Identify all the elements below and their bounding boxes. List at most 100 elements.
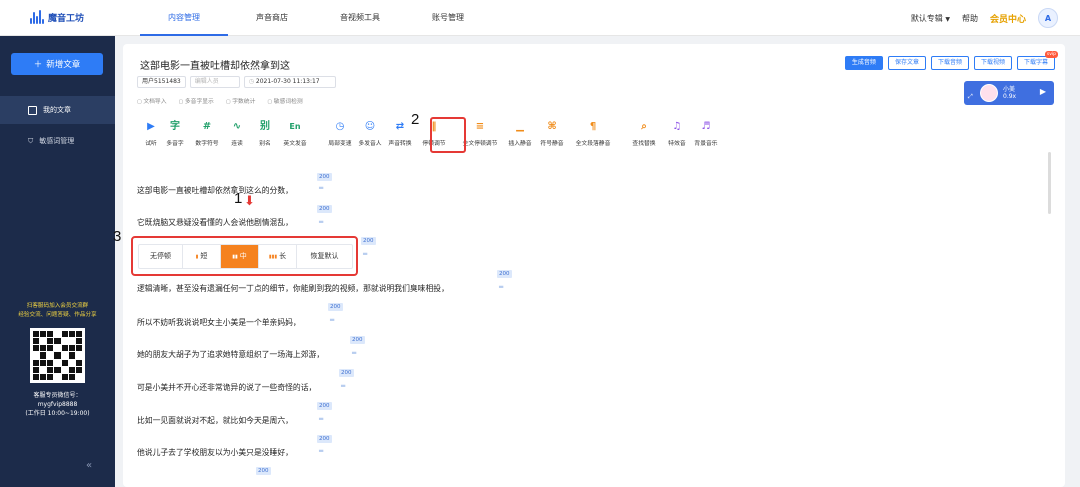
tool-label: 全文段落静音 [575,141,611,147]
pause-marker-icon: ═ [319,218,324,226]
voice-selector-card[interactable]: ⤢ 小美 0.9x ▶ [964,81,1054,105]
pause-option-none[interactable]: 无停顿 [139,245,183,268]
user-avatar[interactable]: A [1038,8,1058,28]
plus-icon: ＋ [33,60,43,70]
album-label: 默认专辑 [910,13,943,23]
pause-marker-icon: ═ [341,382,346,390]
text-line[interactable]: 所以不妨听我说说吧女主小美是一个单亲妈妈， [137,317,301,328]
word-count-button[interactable]: 字数统计 [226,96,255,105]
album-dropdown[interactable]: 默认专辑 ▼ [911,13,950,24]
play-icon[interactable]: ▶ [1040,87,1046,96]
tool-bgm[interactable]: ♬ 背景音乐 [686,118,726,147]
help-link[interactable]: 帮助 [962,13,978,24]
pause-options-popup: 无停顿 ▮ 短 ▮▮ 中 ▮▮▮ 长 恢复默认 [131,236,358,276]
pause-badge[interactable]: 200 [339,369,354,377]
document-title[interactable]: 这部电影一直被吐槽却依然拿到这 [140,57,290,72]
highlight-pause-tool [430,117,466,153]
save-article-button[interactable]: 保存文章 [887,56,926,70]
sidebar-item-sensitive-words[interactable]: ⛉ 敏感词管理 [0,127,115,155]
text-line[interactable]: 这部电影一直被吐槽却依然拿到这么的分数， [137,185,293,196]
tab-content-management[interactable]: 内容管理 [140,0,228,36]
pause-marker-icon: ═ [319,184,324,192]
app-name: 魔音工坊 [48,13,85,24]
pause-badge[interactable]: 200 [317,173,332,181]
sensitive-check-button[interactable]: 敏感词检测 [267,96,303,105]
download-subtitle-button[interactable]: 下载字幕 svip [1016,51,1058,70]
document-icon [28,105,37,115]
download-subtitle-label: 下载字幕 [1023,59,1048,66]
pause-option-label: 短 [200,252,208,260]
vip-center-link[interactable]: 会员中心 [990,12,1026,25]
pause-option-short[interactable]: ▮ 短 [183,245,221,268]
annotation-1: 1 [234,190,243,207]
editor-scrollbar[interactable] [1048,152,1051,214]
voice-avatar [980,84,998,102]
user-field: 用户5151483 [137,76,186,88]
pause-badge[interactable]: 200 [361,237,376,245]
pause-badge[interactable]: 200 [317,205,332,213]
voice-convert-icon: ⇄ [395,121,405,132]
new-article-label: 新增文章 [46,60,81,70]
app-logo[interactable]: 魔音工坊 [30,10,84,24]
show-polyphone-button[interactable]: 多音字显示 [179,96,214,105]
pause-options: 无停顿 ▮ 短 ▮▮ 中 ▮▮▮ 长 恢复默认 [138,244,353,269]
action-buttons: 生成音频 保存文章 下载音频 下载视频 下载字幕 svip [844,51,1058,70]
multi-speaker-icon: ☺ [364,121,376,132]
pause-marker-icon: ═ [499,283,504,291]
tab-av-tools[interactable]: 音视频工具 [316,0,404,36]
contact-info: 客服专员微信号： mygfvip8888 (工作日 10:00~19:00) [0,391,115,418]
pause-badge[interactable]: 200 [317,402,332,410]
level-low-icon: ▮ [195,254,199,260]
annotation-3: 3 [113,228,122,245]
paragraph-silence-icon: ¶ [589,121,597,132]
promo-line-2: 经验交流、问题答疑、作品分享 [18,312,97,318]
text-line[interactable]: 比如一见面就说对不起，就比如今天是周六， [137,415,293,426]
text-line[interactable]: 可是小美并不开心还非常诡异的说了一些奇怪的话， [137,382,316,393]
meta-row: 用户5151483 编辑人员 ◷ 2021-07-30 11:13:17 [137,76,336,88]
tab-account-management[interactable]: 账号管理 [404,0,492,36]
collapse-sidebar-icon[interactable]: « [86,460,92,471]
tool-paragraph-silence[interactable]: ¶ 全文段落静音 [573,118,613,147]
pause-marker-icon: ═ [319,447,324,455]
tool-full-pause[interactable]: ≡ 全文停顿调节 [460,118,500,147]
pause-option-medium[interactable]: ▮▮ 中 [221,245,259,268]
sidebar-item-my-articles[interactable]: 我的文章 [0,96,115,124]
top-nav: 内容管理 声音商店 音视频工具 账号管理 [140,0,492,36]
generate-audio-button[interactable]: 生成音频 [844,56,883,70]
new-article-button[interactable]: ＋ 新增文章 [11,53,103,75]
pause-option-reset[interactable]: 恢复默认 [297,245,352,268]
tool-label: 全文停顿调节 [462,141,498,147]
pause-badge[interactable]: 200 [350,336,365,344]
full-pause-icon: ≡ [475,121,485,132]
expand-icon[interactable]: ⤢ [968,93,973,101]
pause-badge[interactable]: 200 [497,270,512,278]
datetime-field[interactable]: ◷ 2021-07-30 11:13:17 [243,76,336,88]
speed-icon: ◷ [335,121,345,132]
text-line[interactable]: 逻辑清晰，甚至没有遗漏任何一丁点的细节，你能刷到我的视频，那就说明我们臭味相投， [137,283,449,294]
english-icon: En [289,122,301,131]
polyphone-icon: 字 [170,121,180,132]
pause-option-label: 长 [279,252,287,260]
voice-name: 小美 [1003,86,1016,93]
contact-line-3: (工作日 10:00~19:00) [25,410,90,417]
pause-badge[interactable]: 200 [328,303,343,311]
download-audio-button[interactable]: 下载音频 [930,56,969,70]
tab-voice-store[interactable]: 声音商店 [228,0,316,36]
tool-english[interactable]: En 英文发音 [275,118,315,147]
text-line[interactable]: 它既烧脑又悬疑没看懂的人会说他剧情混乱， [137,217,293,228]
clock-icon: ◷ [248,78,256,85]
pause-option-long[interactable]: ▮▮▮ 长 [259,245,297,268]
pause-badge[interactable]: 200 [256,467,271,475]
svip-badge: svip [1044,51,1058,58]
sidebar-item-label: 敏感词管理 [39,137,75,145]
pause-badge[interactable]: 200 [317,435,332,443]
doc-import-button[interactable]: 文档导入 [137,96,166,105]
sidebar-item-label: 我的文章 [43,106,71,114]
text-line[interactable]: 他说儿子去了学校朋友以为小美只是没睡好， [137,447,293,458]
tool-symbol-silence[interactable]: ⌘ 符号静音 [532,118,572,147]
editor-name-input[interactable]: 编辑人员 [189,76,240,88]
text-line[interactable]: 她的朋友大胡子为了追求她特意组织了一场海上郊游， [137,349,324,360]
download-video-button[interactable]: 下载视频 [973,56,1012,70]
level-high-icon: ▮▮▮ [268,254,278,260]
number-icon: # [202,121,212,132]
